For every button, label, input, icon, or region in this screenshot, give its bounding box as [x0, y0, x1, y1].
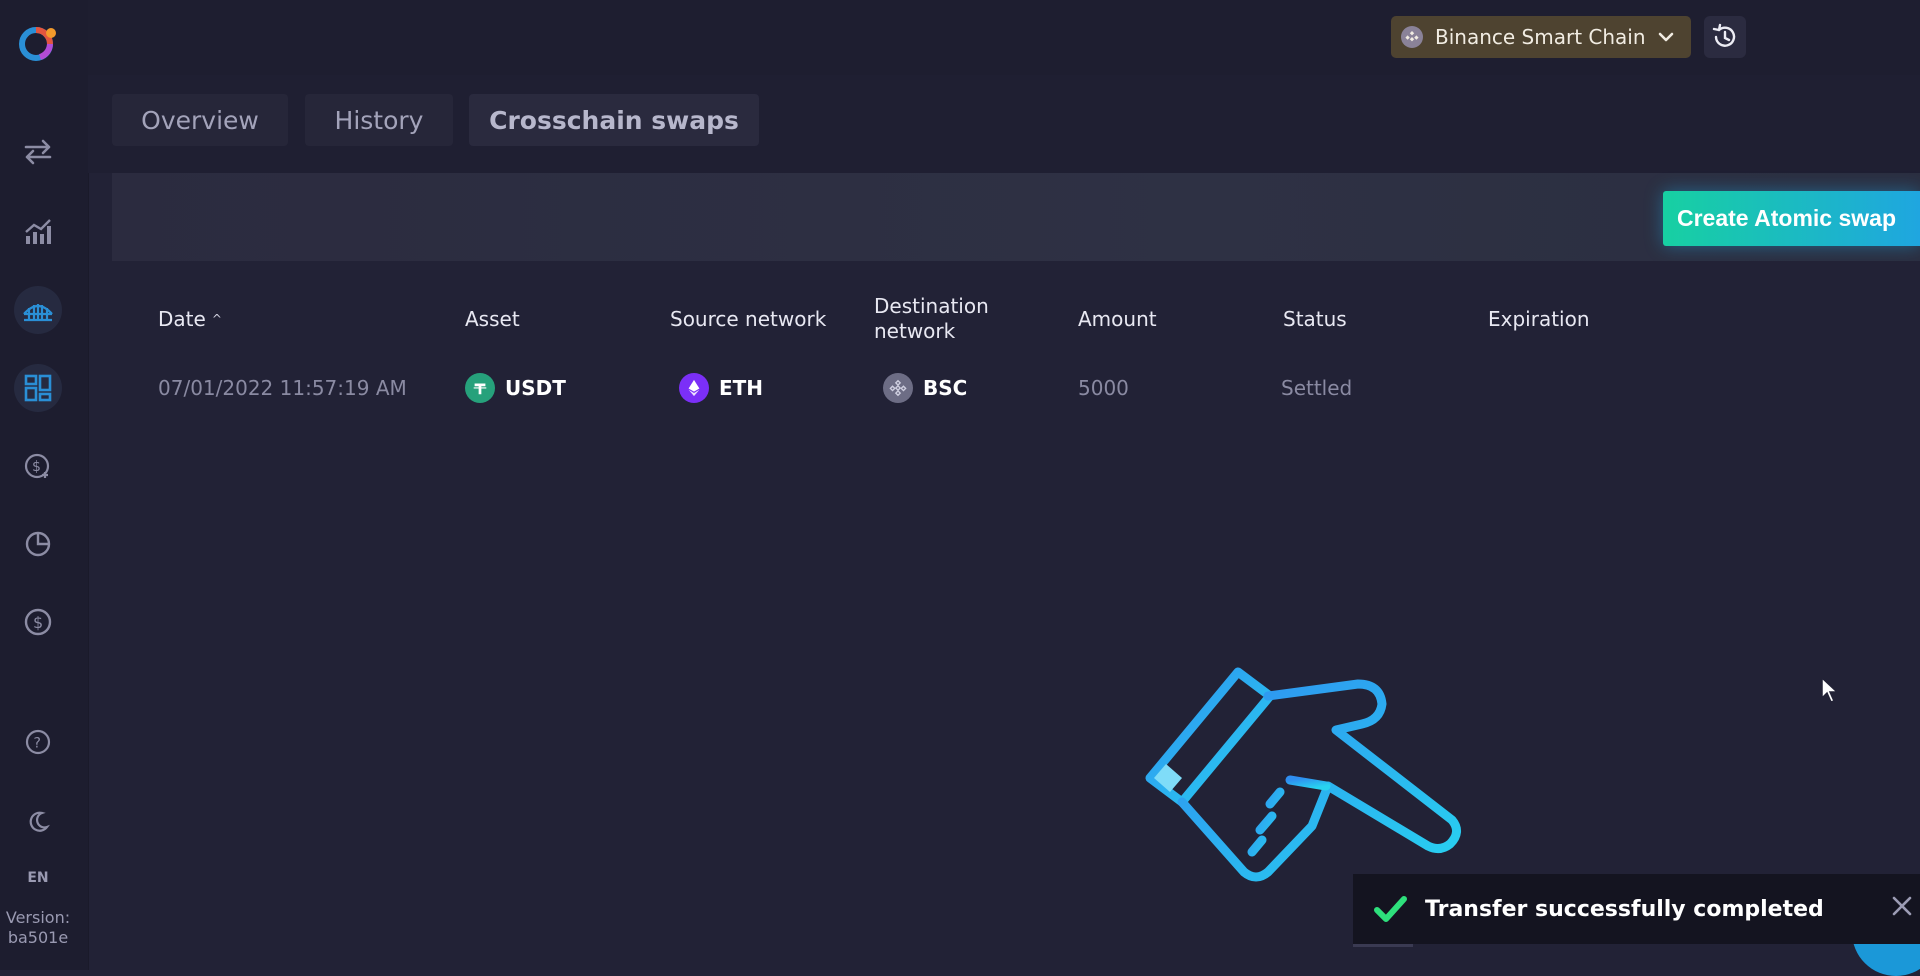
coin-plus-icon[interactable]: $ — [14, 442, 62, 490]
bnb-icon — [1401, 26, 1423, 48]
usdt-icon — [465, 373, 495, 403]
toast-progress-bar — [1353, 944, 1413, 947]
dollar-circle-icon[interactable]: $ — [14, 598, 62, 646]
network-name: Binance Smart Chain — [1435, 25, 1646, 49]
close-icon[interactable] — [1888, 892, 1916, 920]
version-label: Version: — [5, 908, 71, 927]
sort-ascending-icon: ^ — [211, 312, 222, 326]
svg-text:$: $ — [32, 459, 41, 475]
create-atomic-swap-button[interactable]: Create Atomic swap — [1663, 191, 1920, 246]
column-header-expiration: Expiration — [1488, 307, 1590, 331]
asset-label: USDT — [505, 376, 566, 400]
column-header-status: Status — [1283, 307, 1347, 331]
row-source-network: ETH — [679, 373, 763, 403]
column-header-date[interactable]: Date ^ — [158, 307, 222, 332]
language-selector[interactable]: EN — [0, 870, 76, 886]
success-toast: Transfer successfully completed — [1353, 874, 1920, 944]
row-date: 07/01/2022 11:57:19 AM — [158, 376, 407, 400]
dashboard-grid-icon[interactable] — [14, 364, 62, 412]
row-status: Settled — [1281, 376, 1353, 400]
eth-icon — [679, 373, 709, 403]
swap-arrows-icon[interactable] — [14, 128, 62, 176]
app-logo[interactable] — [14, 20, 62, 68]
svg-text:$: $ — [33, 613, 43, 632]
column-header-asset: Asset — [465, 307, 520, 331]
column-header-destination-network: Destination network — [874, 294, 989, 343]
pointing-hand-icon — [1145, 667, 1461, 882]
bridge-icon[interactable] — [14, 286, 62, 334]
version-value: ba501e — [7, 928, 69, 947]
bsc-icon — [883, 373, 913, 403]
network-selector[interactable]: Binance Smart Chain — [1391, 16, 1691, 58]
check-icon — [1374, 896, 1407, 922]
tab-overview[interactable]: Overview — [112, 94, 288, 146]
pie-chart-icon[interactable] — [14, 520, 62, 568]
chevron-down-icon — [1658, 32, 1674, 42]
tab-history[interactable]: History — [305, 94, 453, 146]
history-clock-icon — [1712, 23, 1736, 47]
sidebar: $ $ ? EN Version: ba501e — [0, 0, 89, 970]
help-icon[interactable]: ? — [14, 718, 62, 766]
row-amount: 5000 — [1078, 376, 1129, 400]
tab-crosschain-swaps[interactable]: Crosschain swaps — [469, 94, 759, 146]
chart-growth-icon[interactable] — [14, 208, 62, 256]
column-header-source-network: Source network — [670, 307, 827, 331]
actions-banner — [112, 173, 1920, 261]
history-button[interactable] — [1704, 16, 1746, 58]
moon-icon[interactable] — [14, 797, 62, 845]
mouse-cursor-icon — [1821, 676, 1839, 703]
row-destination-network: BSC — [883, 373, 967, 403]
destination-network-label: BSC — [923, 376, 968, 400]
source-network-label: ETH — [719, 376, 764, 400]
toast-message: Transfer successfully completed — [1425, 896, 1824, 922]
column-label: Date — [158, 307, 206, 331]
svg-text:?: ? — [34, 736, 41, 752]
column-header-amount: Amount — [1078, 307, 1157, 331]
version-info: Version: ba501e — [0, 908, 76, 948]
swaps-table-panel — [112, 261, 1920, 970]
row-asset: USDT — [465, 373, 566, 403]
